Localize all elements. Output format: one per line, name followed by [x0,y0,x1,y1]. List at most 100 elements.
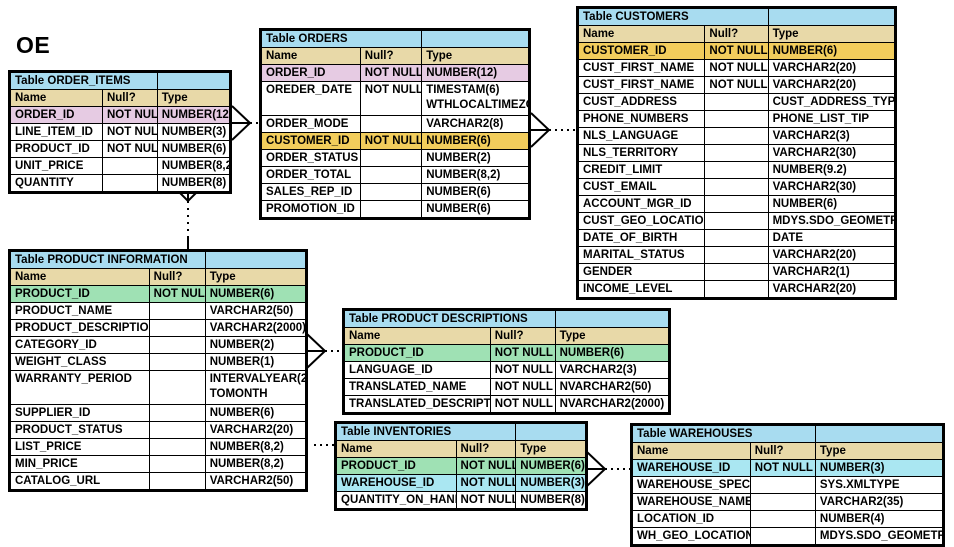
column-header-name: Name [262,48,361,65]
column-nullable [705,179,768,196]
column-row[interactable]: WAREHOUSE_IDNOT NULLNUMBER(3) [633,460,943,477]
table-warehouses[interactable]: Table WAREHOUSESNameNull?TypeWAREHOUSE_I… [630,423,945,547]
column-row[interactable]: QUANTITYNUMBER(8) [11,175,230,192]
table-title-filler [555,311,668,328]
column-nullable [750,528,815,545]
table-product-information[interactable]: Table PRODUCT INFORMATIONNameNull?TypePR… [8,249,308,492]
column-row[interactable]: ORDER_TOTALNUMBER(8,2) [262,167,529,184]
column-row[interactable]: ORDER_STATUSNUMBER(2) [262,150,529,167]
column-row[interactable]: CUST_EMAILVARCHAR2(30) [579,179,895,196]
column-row[interactable]: INCOME_LEVELVARCHAR2(20) [579,281,895,298]
column-row[interactable]: CUST_GEO_LOCATIONMDYS.SDO_GEOMETRY [579,213,895,230]
column-row[interactable]: SUPPLIER_IDNUMBER(6) [11,405,306,422]
column-row[interactable]: PRODUCT_STATUSVARCHAR2(20) [11,422,306,439]
column-row[interactable]: PHONE_NUMBERSPHONE_LIST_TIP [579,111,895,128]
column-row[interactable]: CATALOG_URLVARCHAR2(50) [11,473,306,490]
column-row[interactable]: CUSTOMER_IDNOT NULLNUMBER(6) [579,43,895,60]
column-row[interactable]: CUST_FIRST_NAMENOT NULLVARCHAR2(20) [579,77,895,94]
column-row[interactable]: UNIT_PRICENUMBER(8,2) [11,158,230,175]
column-row[interactable]: ORDER_IDNOT NULLNUMBER(12) [11,107,230,124]
column-row[interactable]: CUSTOMER_IDNOT NULLNUMBER(6) [262,133,529,150]
column-header-row: NameNull?Type [579,26,895,43]
column-row[interactable]: LIST_PRICENUMBER(8,2) [11,439,306,456]
column-row[interactable]: MIN_PRICENUMBER(8,2) [11,456,306,473]
column-name: OREDER_DATE [262,82,361,116]
column-row[interactable]: PRODUCT_IDNOT NULLNUMBER(6) [337,458,586,475]
column-nullable [149,456,205,473]
column-header-row: NameNull?Type [11,269,306,286]
table-title: Table ORDERS [262,31,422,48]
column-row[interactable]: CUST_ADDRESSCUST_ADDRESS_TYP [579,94,895,111]
column-row[interactable]: ORDER_IDNOT NULLNUMBER(12) [262,65,529,82]
column-row[interactable]: WH_GEO_LOCATIONMDYS.SDO_GEOMETRY [633,528,943,545]
column-name: CUSTOMER_ID [579,43,705,60]
column-row[interactable]: LANGUAGE_IDNOT NULLVARCHAR2(3) [345,362,669,379]
column-nullable [705,94,768,111]
column-name: MIN_PRICE [11,456,150,473]
column-row[interactable]: PRODUCT_DESCRIPTIONVARCHAR2(2000) [11,320,306,337]
column-row[interactable]: OREDER_DATENOT NULLTIMESTAM(6)WTHLOCALTI… [262,82,529,116]
column-header-null: Null? [705,26,768,43]
column-row[interactable]: NLS_TERRITORYVARCHAR2(30) [579,145,895,162]
column-name: CUST_FIRST_NAME [579,77,705,94]
column-row[interactable]: NLS_LANGUAGEVARCHAR2(3) [579,128,895,145]
column-nullable [750,477,815,494]
table-inventories[interactable]: Table INVENTORIESNameNull?TypePRODUCT_ID… [334,421,588,511]
table-product-descriptions[interactable]: Table PRODUCT DESCRIPTIONSNameNull?TypeP… [342,308,671,415]
column-row[interactable]: CREDIT_LIMITNUMBER(9.2) [579,162,895,179]
column-header-name: Name [11,90,103,107]
table-title-row: Table CUSTOMERS [579,9,895,26]
column-row[interactable]: MARITAL_STATUSVARCHAR2(20) [579,247,895,264]
column-nullable [149,473,205,490]
column-name: TRANSLATED_DESCRIPTION [345,396,491,413]
column-row[interactable]: WAREHOUSE_SPECSYS.XMLTYPE [633,477,943,494]
column-row[interactable]: GENDERVARCHAR2(1) [579,264,895,281]
column-row[interactable]: QUANTITY_ON_HANDNOT NULLNUMBER(8) [337,492,586,509]
column-row[interactable]: CUST_FIRST_NAMENOT NULLVARCHAR2(20) [579,60,895,77]
column-row[interactable]: DATE_OF_BIRTHDATE [579,230,895,247]
column-type: NUMBER(12) [422,65,529,82]
column-type: NUMBER(6) [555,345,668,362]
column-row[interactable]: LINE_ITEM_IDNOT NULLNUMBER(3) [11,124,230,141]
table-orders[interactable]: Table ORDERSNameNull?TypeORDER_IDNOT NUL… [259,28,531,220]
column-row[interactable]: WEIGHT_CLASSNUMBER(1) [11,354,306,371]
column-name: GENDER [579,264,705,281]
table-title-row: Table WAREHOUSES [633,426,943,443]
column-nullable [360,184,421,201]
column-row[interactable]: PRODUCT_IDNOT NULLNUMBER(6) [11,141,230,158]
column-header-null: Null? [456,441,516,458]
table-order-items-body: Table ORDER_ITEMSNameNull?TypeORDER_IDNO… [11,73,230,192]
column-row[interactable]: SALES_REP_IDNUMBER(6) [262,184,529,201]
column-nullable [705,196,768,213]
column-row[interactable]: TRANSLATED_NAMENOT NULLNVARCHAR2(50) [345,379,669,396]
table-order-items[interactable]: Table ORDER_ITEMSNameNull?TypeORDER_IDNO… [8,70,232,194]
column-header-name: Name [633,443,751,460]
column-nullable: NOT NULL [456,475,516,492]
column-type: NUMBER(9.2) [768,162,894,179]
column-row[interactable]: PRODUCT_IDNOT NULLNUMBER(6) [345,345,669,362]
table-title-filler [516,424,586,441]
column-row[interactable]: ACCOUNT_MGR_IDNUMBER(6) [579,196,895,213]
column-row[interactable]: TRANSLATED_DESCRIPTIONNOT NULLNVARCHAR2(… [345,396,669,413]
column-name: LIST_PRICE [11,439,150,456]
column-header-null: Null? [490,328,555,345]
column-nullable: NOT NULL [360,133,421,150]
column-row[interactable]: LOCATION_IDNUMBER(4) [633,511,943,528]
column-row[interactable]: ORDER_MODEVARCHAR2(8) [262,116,529,133]
table-title-filler [815,426,942,443]
column-row[interactable]: PROMOTION_IDNUMBER(6) [262,201,529,218]
table-customers[interactable]: Table CUSTOMERSNameNull?TypeCUSTOMER_IDN… [576,6,897,300]
column-header-type: Type [205,269,305,286]
column-row[interactable]: WAREHOUSE_NAMEVARCHAR2(35) [633,494,943,511]
column-row[interactable]: PRODUCT_IDNOT NULLNUMBER(6) [11,286,306,303]
column-type: VARCHAR2(2000) [205,320,305,337]
column-name: NLS_TERRITORY [579,145,705,162]
column-name: WARRANTY_PERIOD [11,371,150,405]
column-nullable [360,116,421,133]
column-row[interactable]: WAREHOUSE_IDNOT NULLNUMBER(3) [337,475,586,492]
column-row[interactable]: WARRANTY_PERIODINTERVALYEAR(2)TOMONTH [11,371,306,405]
column-row[interactable]: CATEGORY_IDNUMBER(2) [11,337,306,354]
column-type: VARCHAR2(20) [768,247,894,264]
table-title-row: Table ORDER_ITEMS [11,73,230,90]
column-row[interactable]: PRODUCT_NAMEVARCHAR2(50) [11,303,306,320]
